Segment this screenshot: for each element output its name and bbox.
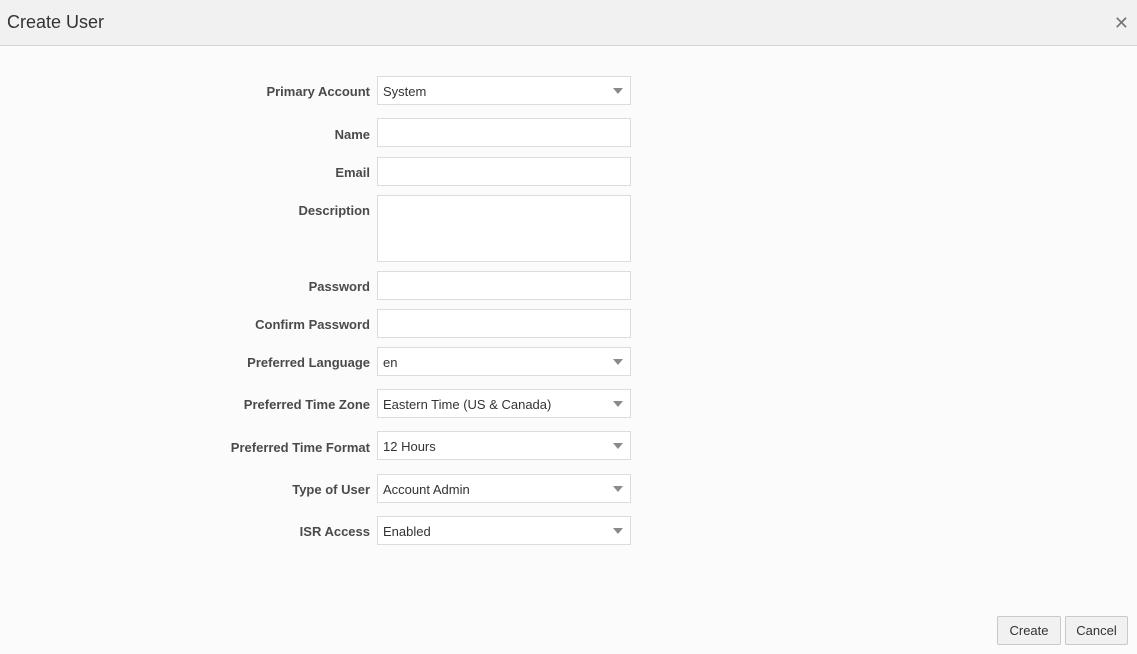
preferred-language-value: en: [383, 355, 398, 370]
isr-access-select[interactable]: Enabled: [377, 516, 631, 545]
description-label: Description: [298, 203, 370, 218]
preferred-language-label: Preferred Language: [247, 355, 370, 370]
chevron-down-icon: [613, 528, 623, 534]
preferred-time-format-label: Preferred Time Format: [230, 440, 370, 455]
preferred-time-zone-value: Eastern Time (US & Canada): [383, 397, 552, 412]
chevron-down-icon: [613, 359, 623, 365]
create-user-dialog: Create User ✕ Primary Account System Nam…: [0, 0, 1137, 654]
dialog-title: Create User: [7, 12, 105, 32]
dialog-header: Create User ✕: [0, 0, 1137, 46]
close-icon[interactable]: ✕: [1114, 13, 1129, 33]
primary-account-select[interactable]: System: [377, 76, 631, 105]
email-label: Email: [335, 165, 370, 180]
type-of-user-label: Type of User: [292, 482, 370, 497]
preferred-time-format-value: 12 Hours: [383, 439, 436, 454]
name-label: Name: [334, 127, 370, 142]
chevron-down-icon: [613, 88, 623, 94]
create-button[interactable]: Create: [997, 616, 1061, 645]
chevron-down-icon: [613, 443, 623, 449]
primary-account-label: Primary Account: [266, 84, 370, 99]
chevron-down-icon: [613, 401, 623, 407]
primary-account-value: System: [383, 84, 427, 99]
confirm-password-label: Confirm Password: [255, 317, 370, 332]
confirm-password-input[interactable]: [377, 309, 631, 338]
preferred-time-zone-select[interactable]: Eastern Time (US & Canada): [377, 389, 631, 418]
isr-access-label: ISR Access: [299, 524, 370, 539]
type-of-user-value: Account Admin: [383, 482, 470, 497]
isr-access-value: Enabled: [383, 524, 431, 539]
password-label: Password: [308, 279, 370, 294]
preferred-time-zone-label: Preferred Time Zone: [243, 397, 370, 412]
preferred-time-format-select[interactable]: 12 Hours: [377, 431, 631, 460]
description-textarea[interactable]: [377, 195, 631, 262]
type-of-user-select[interactable]: Account Admin: [377, 474, 631, 503]
chevron-down-icon: [613, 486, 623, 492]
preferred-language-select[interactable]: en: [377, 347, 631, 376]
password-input[interactable]: [377, 271, 631, 300]
name-input[interactable]: [377, 118, 631, 147]
email-input[interactable]: [377, 157, 631, 186]
cancel-button[interactable]: Cancel: [1065, 616, 1128, 645]
